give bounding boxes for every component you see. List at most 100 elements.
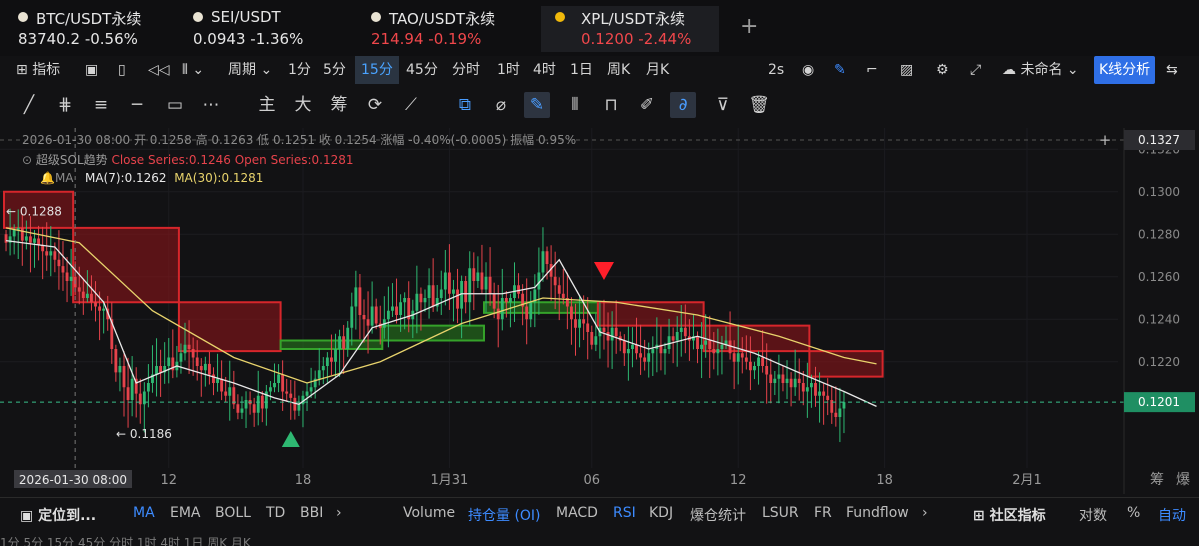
ind-ma[interactable]: MA — [133, 505, 155, 521]
candle-body — [57, 259, 61, 267]
big-order-tool[interactable]: 大 — [290, 92, 316, 118]
hlines-tool-icon[interactable]: ≡ — [88, 92, 114, 118]
ind-kdj[interactable]: KDJ — [649, 505, 673, 521]
image-icon[interactable]: ▨ — [900, 56, 913, 84]
candle-type-icon[interactable]: ⫴ ⌄ — [182, 56, 204, 84]
candles-icon[interactable]: ⫴ — [562, 92, 588, 118]
candle-body — [773, 378, 777, 383]
interval-timeline[interactable]: 分时 — [452, 56, 480, 84]
candle-body — [663, 349, 667, 354]
coin-icon — [18, 12, 28, 22]
period-dropdown[interactable]: 周期 ⌄ — [228, 56, 272, 84]
locate-button[interactable]: ▣ 定位到... — [20, 505, 96, 525]
candle-body — [590, 332, 594, 345]
ind-liquidation[interactable]: 爆仓统计 — [690, 505, 746, 525]
edit-icon[interactable]: ✎ — [834, 56, 846, 84]
magnet-icon[interactable]: ⧉ — [452, 92, 478, 118]
trend-box — [808, 350, 884, 378]
crop-icon[interactable]: ⌐ — [866, 56, 878, 84]
kline-analysis-button[interactable]: K线分析 — [1094, 56, 1156, 84]
interval-5m[interactable]: 5分 — [323, 56, 346, 84]
auto-scale-toggle[interactable]: 自动 — [1158, 505, 1186, 525]
more-tools-icon[interactable]: ⋯ — [198, 92, 224, 118]
ind-td[interactable]: TD — [266, 505, 285, 521]
log-scale-toggle[interactable]: 对数 — [1079, 505, 1107, 525]
candle-body — [468, 268, 472, 303]
ind-oi[interactable]: 持仓量 (OI) — [468, 505, 541, 525]
candle-body — [810, 383, 813, 388]
line-tool-icon[interactable]: ╱ — [16, 92, 42, 118]
candle-body — [838, 408, 842, 417]
interval-1m[interactable]: 1分 — [288, 56, 311, 84]
ruler-icon[interactable]: ⌀ — [488, 92, 514, 118]
trash-icon[interactable]: 🗑 — [746, 92, 772, 118]
chart-area[interactable]: 12 18 1月31 06 12 18 2月1 ← 0.1288 ← 0.1186 2026-0… — [0, 128, 1199, 494]
candle-body — [252, 404, 256, 413]
main-force-tool[interactable]: 主 — [254, 92, 280, 118]
x-tick-label: 2月1 — [1012, 473, 1042, 488]
measure-icon[interactable]: ⟋ — [398, 92, 424, 118]
candle-body — [45, 251, 49, 256]
percent-scale-toggle[interactable]: % — [1127, 505, 1140, 521]
tab-btc[interactable]: BTC/USDT永续 83740.2 -0.56% — [18, 6, 168, 52]
chips-tool[interactable]: 筹 — [326, 92, 352, 118]
fullscreen-icon[interactable]: ⤢ — [970, 56, 981, 84]
ind-fr[interactable]: FR — [814, 505, 832, 521]
sync-icon[interactable]: ⟳ — [362, 92, 388, 118]
interval-1d[interactable]: 1日 — [570, 56, 593, 84]
ind-macd[interactable]: MACD — [556, 505, 598, 521]
y-tick-label: 0.1260 — [1138, 270, 1180, 284]
chevron-right-icon[interactable]: › — [922, 505, 928, 521]
interval-45m[interactable]: 45分 — [406, 56, 438, 84]
indicator-button[interactable]: ⊞ 指标 — [16, 56, 60, 84]
ind-boll[interactable]: BOLL — [215, 505, 251, 521]
lock-icon[interactable]: ⊓ — [598, 92, 624, 118]
candle-body — [753, 366, 756, 371]
tab-name: XPL/USDT永续 — [581, 10, 685, 28]
candle-body — [635, 344, 638, 354]
hline-tool-icon[interactable]: ─ — [124, 92, 150, 118]
cloud-layout[interactable]: ☁ 未命名 ⌄ — [1002, 56, 1079, 84]
add-tab-icon[interactable]: + — [740, 14, 758, 39]
candle-body — [183, 344, 187, 354]
rewind-icon[interactable]: ◁◁ — [148, 56, 170, 84]
parallel-tool-icon[interactable]: ⋕ — [52, 92, 78, 118]
tab-tao[interactable]: TAO/USDT永续 214.94 -0.19% — [371, 6, 521, 52]
candle-body — [781, 374, 785, 383]
panel-icon[interactable]: ▯ — [118, 56, 126, 84]
share-icon[interactable]: ⇆ — [1166, 56, 1178, 84]
ind-volume[interactable]: Volume — [403, 505, 455, 521]
layout-icon[interactable]: ▣ — [85, 56, 98, 84]
ind-ema[interactable]: EMA — [170, 505, 201, 521]
ind-bbi[interactable]: BBI — [300, 505, 323, 521]
candle-body — [789, 378, 793, 388]
interval-month[interactable]: 月K — [646, 56, 669, 84]
binance-icon — [555, 12, 565, 22]
interval-4h[interactable]: 4时 — [533, 56, 556, 84]
ind-rsi[interactable]: RSI — [613, 505, 636, 521]
ind-lsur[interactable]: LSUR — [762, 505, 799, 521]
candle-body — [456, 289, 459, 309]
interval-15m[interactable]: 15分 — [355, 56, 399, 84]
candle-body — [415, 293, 419, 311]
candle-body — [167, 357, 171, 366]
camera-icon[interactable]: ◉ — [802, 56, 814, 84]
candle-body — [325, 357, 329, 366]
rect-tool-icon[interactable]: ▭ — [162, 92, 188, 118]
pen-icon[interactable]: ✎ — [524, 92, 550, 118]
link-icon[interactable]: ∂ — [670, 92, 696, 118]
community-indicators[interactable]: ⊞ 社区指标 — [973, 505, 1046, 525]
candle-body — [321, 366, 325, 371]
note-icon[interactable]: ✐ — [634, 92, 660, 118]
interval-week[interactable]: 周K — [607, 56, 630, 84]
filter-icon[interactable]: ⊽ — [710, 92, 736, 118]
settings-icon[interactable]: ⚙ — [936, 56, 949, 84]
candle-body — [484, 276, 488, 290]
candle-body — [330, 357, 333, 362]
ind-fundflow[interactable]: Fundflow — [846, 505, 909, 521]
tab-sei[interactable]: SEI/USDT 0.0943 -1.36% — [193, 6, 343, 52]
interval-1h[interactable]: 1时 — [497, 56, 520, 84]
refresh-rate[interactable]: 2s — [768, 56, 784, 84]
chevron-right-icon[interactable]: › — [336, 505, 342, 521]
tab-xpl[interactable]: XPL/USDT永续 0.1200 -2.44% — [541, 6, 719, 52]
